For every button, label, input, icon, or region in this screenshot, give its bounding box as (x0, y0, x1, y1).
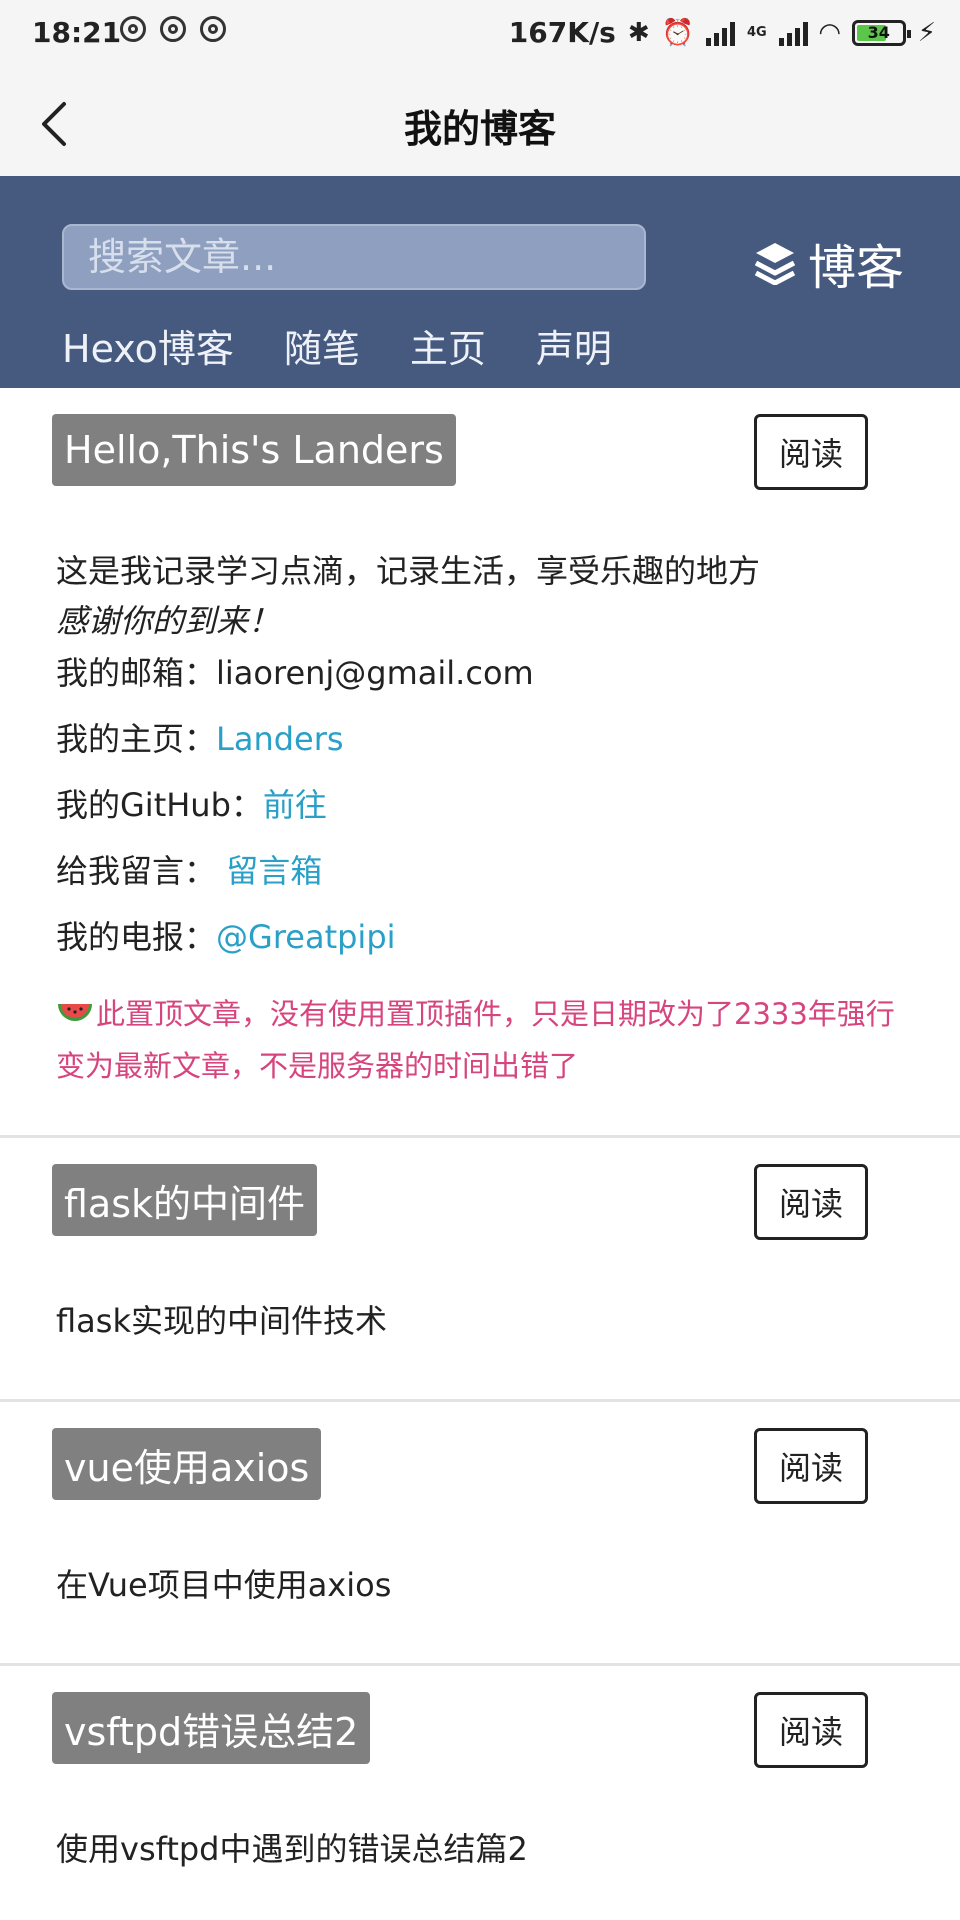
post-summary: flask实现的中间件技术 (56, 1302, 387, 1340)
nav-item-statement[interactable]: 声明 (536, 318, 612, 373)
message-label: 给我留言： (56, 852, 217, 890)
read-button[interactable]: 阅读 (754, 1692, 868, 1768)
read-button[interactable]: 阅读 (754, 1164, 868, 1240)
post-title[interactable]: flask的中间件 (52, 1164, 318, 1236)
post-title[interactable]: vue使用axios (52, 1428, 322, 1500)
status-bar: 18:21 167K/s ✱ ⏰ 4G ◠ 34 ⚡ (0, 0, 960, 68)
message-link[interactable]: 留言箱 (226, 852, 322, 890)
home-label: 我的主页： (56, 720, 217, 758)
post-summary: 在Vue项目中使用axios (56, 1566, 392, 1604)
bluetooth-icon: ✱ (627, 17, 650, 48)
blog-nav: Hexo博客 随笔 主页 声明 (62, 318, 612, 373)
home-link[interactable]: Landers (216, 720, 344, 758)
status-time: 18:21 (32, 16, 122, 49)
pinned-notice: 此置顶文章，没有使用置顶插件，只是日期改为了2333年强行变为最新文章，不是服务… (56, 988, 906, 1092)
notification-icons (120, 16, 226, 42)
read-button[interactable]: 阅读 (754, 1428, 868, 1504)
page-title: 我的博客 (403, 107, 556, 151)
alarm-icon: ⏰ (661, 17, 695, 48)
layers-icon (754, 243, 796, 285)
title-bar: 我的博客 (0, 68, 960, 176)
search-input[interactable] (62, 224, 646, 290)
post-card-pinned: Hello,This's Landers 阅读 这是我记录学习点滴，记录生活，享… (0, 388, 960, 1138)
notification-icon (200, 16, 226, 42)
nav-item-home[interactable]: 主页 (410, 318, 486, 373)
read-button[interactable]: 阅读 (754, 414, 868, 490)
notification-icon (120, 16, 146, 42)
signal-icon (778, 20, 808, 46)
nav-item-essays[interactable]: 随笔 (284, 318, 360, 373)
network-speed: 167K/s (508, 16, 616, 49)
message-row: 给我留言： 留言箱 (56, 846, 322, 892)
post-title[interactable]: vsftpd错误总结2 (52, 1692, 371, 1764)
battery-icon: 34 (851, 19, 911, 46)
telegram-row: 我的电报：@Greatpipi (56, 912, 396, 958)
home-row: 我的主页：Landers (56, 714, 344, 760)
brand-label: 博客 (807, 240, 904, 296)
nav-item-hexo[interactable]: Hexo博客 (62, 318, 234, 373)
post-title[interactable]: Hello,This's Landers (52, 414, 456, 486)
notice-text: 此置顶文章，没有使用置顶插件，只是日期改为了2333年强行变为最新文章，不是服务… (56, 997, 895, 1083)
post-card: vue使用axios 阅读 在Vue项目中使用axios (0, 1402, 960, 1666)
telegram-label: 我的电报： (56, 918, 217, 956)
email-row: 我的邮箱：liaorenj@gmail.com (56, 648, 534, 694)
blog-brand[interactable]: 博客 (754, 228, 904, 298)
blog-header: 博客 Hexo博客 随笔 主页 声明 (0, 176, 960, 388)
post-card: vsftpd错误总结2 阅读 使用vsftpd中遇到的错误总结篇2 (0, 1666, 960, 1920)
github-label: 我的GitHub： (56, 786, 263, 824)
email-value: liaorenj@gmail.com (216, 654, 534, 692)
github-link[interactable]: 前往 (263, 786, 327, 824)
github-row: 我的GitHub：前往 (56, 780, 327, 826)
network-type-label: 4G (747, 25, 767, 40)
app-screen: 18:21 167K/s ✱ ⏰ 4G ◠ 34 ⚡ 我的博客 搜索文章... … (0, 0, 960, 1920)
post-summary: 使用vsftpd中遇到的错误总结篇2 (56, 1830, 528, 1868)
post-card: flask的中间件 阅读 flask实现的中间件技术 (0, 1138, 960, 1402)
notification-icon (160, 16, 186, 42)
telegram-link[interactable]: @Greatpipi (216, 918, 396, 956)
wifi-icon: ◠ (819, 17, 840, 48)
intro-text: 这是我记录学习点滴，记录生活，享受乐趣的地方 (56, 552, 761, 590)
email-label: 我的邮箱： (56, 654, 217, 692)
signal-icon (706, 20, 736, 46)
battery-percent: 34 (867, 23, 890, 42)
thanks-text: 感谢你的到来！ (56, 602, 281, 640)
charging-icon: ⚡ (917, 17, 936, 48)
status-indicators: 167K/s ✱ ⏰ 4G ◠ 34 ⚡ (509, 16, 936, 49)
watermelon-icon (58, 1004, 92, 1021)
